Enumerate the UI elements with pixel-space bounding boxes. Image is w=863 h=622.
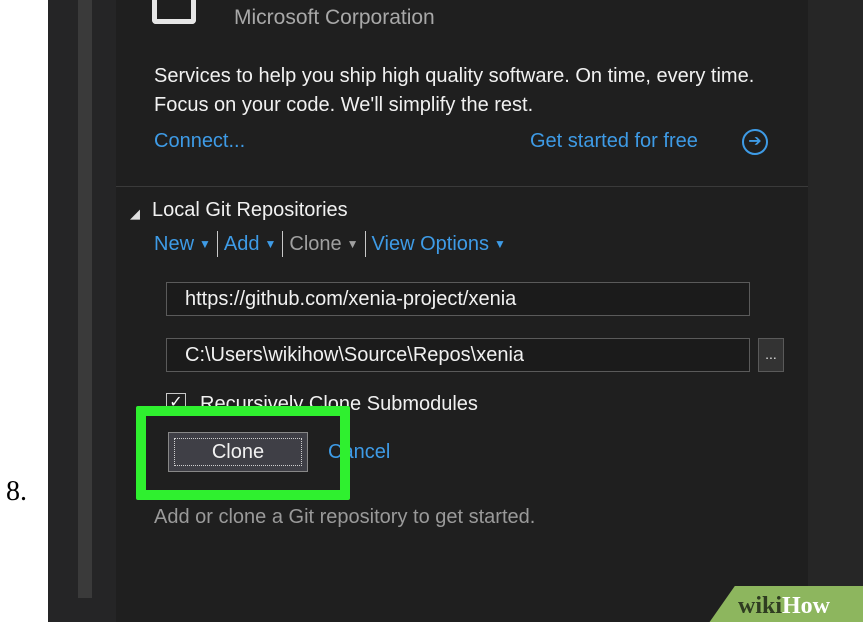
toolbar-separator bbox=[364, 231, 366, 257]
get-started-link[interactable]: Get started for free bbox=[530, 130, 698, 153]
toolbar-separator bbox=[282, 231, 284, 257]
publisher-name: Microsoft Corporation bbox=[234, 6, 435, 29]
toolbar-separator bbox=[216, 231, 218, 257]
caret-down-icon: ▼ bbox=[199, 237, 211, 251]
team-explorer-panel: Microsoft Corporation Services to help y… bbox=[116, 0, 809, 622]
new-menu-label: New bbox=[154, 232, 195, 255]
step-number: 8. bbox=[6, 476, 27, 507]
service-description: Services to help you ship high quality s… bbox=[154, 65, 755, 116]
add-menu-label: Add bbox=[223, 232, 260, 255]
watermark-wiki: wiki bbox=[738, 593, 783, 619]
browse-button[interactable]: ... bbox=[758, 338, 784, 372]
azure-devops-logo-icon bbox=[152, 0, 196, 24]
repo-url-input[interactable]: https://github.com/xenia-project/xenia bbox=[166, 282, 750, 316]
visual-studio-window: Microsoft Corporation Services to help y… bbox=[48, 0, 863, 622]
watermark-how: How bbox=[782, 593, 831, 619]
clone-menu[interactable]: Clone ▼ bbox=[289, 233, 358, 256]
left-gutter bbox=[48, 0, 116, 622]
new-menu[interactable]: New ▼ bbox=[154, 233, 211, 256]
view-options-menu[interactable]: View Options ▼ bbox=[372, 233, 506, 256]
view-options-label: View Options bbox=[371, 232, 490, 255]
scrollbar[interactable] bbox=[78, 0, 92, 598]
connect-link[interactable]: Connect... bbox=[154, 130, 245, 153]
caret-down-icon: ▼ bbox=[494, 237, 506, 251]
arrow-right-circle-icon[interactable]: ➔ bbox=[742, 129, 768, 155]
empty-state-hint: Add or clone a Git repository to get sta… bbox=[154, 506, 536, 528]
clone-menu-label: Clone bbox=[289, 232, 342, 255]
section-divider bbox=[116, 186, 808, 187]
repo-toolbar: New ▼ Add ▼ Clone ▼ View Options ▼ bbox=[154, 231, 506, 257]
right-pane bbox=[808, 0, 863, 622]
highlight-annotation-box bbox=[136, 406, 350, 500]
caret-down-icon: ▼ bbox=[264, 237, 277, 251]
local-path-input[interactable]: C:\Users\wikihow\Source\Repos\xenia bbox=[166, 338, 750, 372]
add-menu[interactable]: Add ▼ bbox=[224, 233, 276, 256]
collapse-triangle-icon[interactable]: ◢ bbox=[130, 206, 140, 222]
wikihow-watermark: wikiHow bbox=[738, 593, 830, 620]
section-title[interactable]: Local Git Repositories bbox=[152, 199, 348, 222]
caret-down-icon: ▼ bbox=[346, 237, 359, 251]
